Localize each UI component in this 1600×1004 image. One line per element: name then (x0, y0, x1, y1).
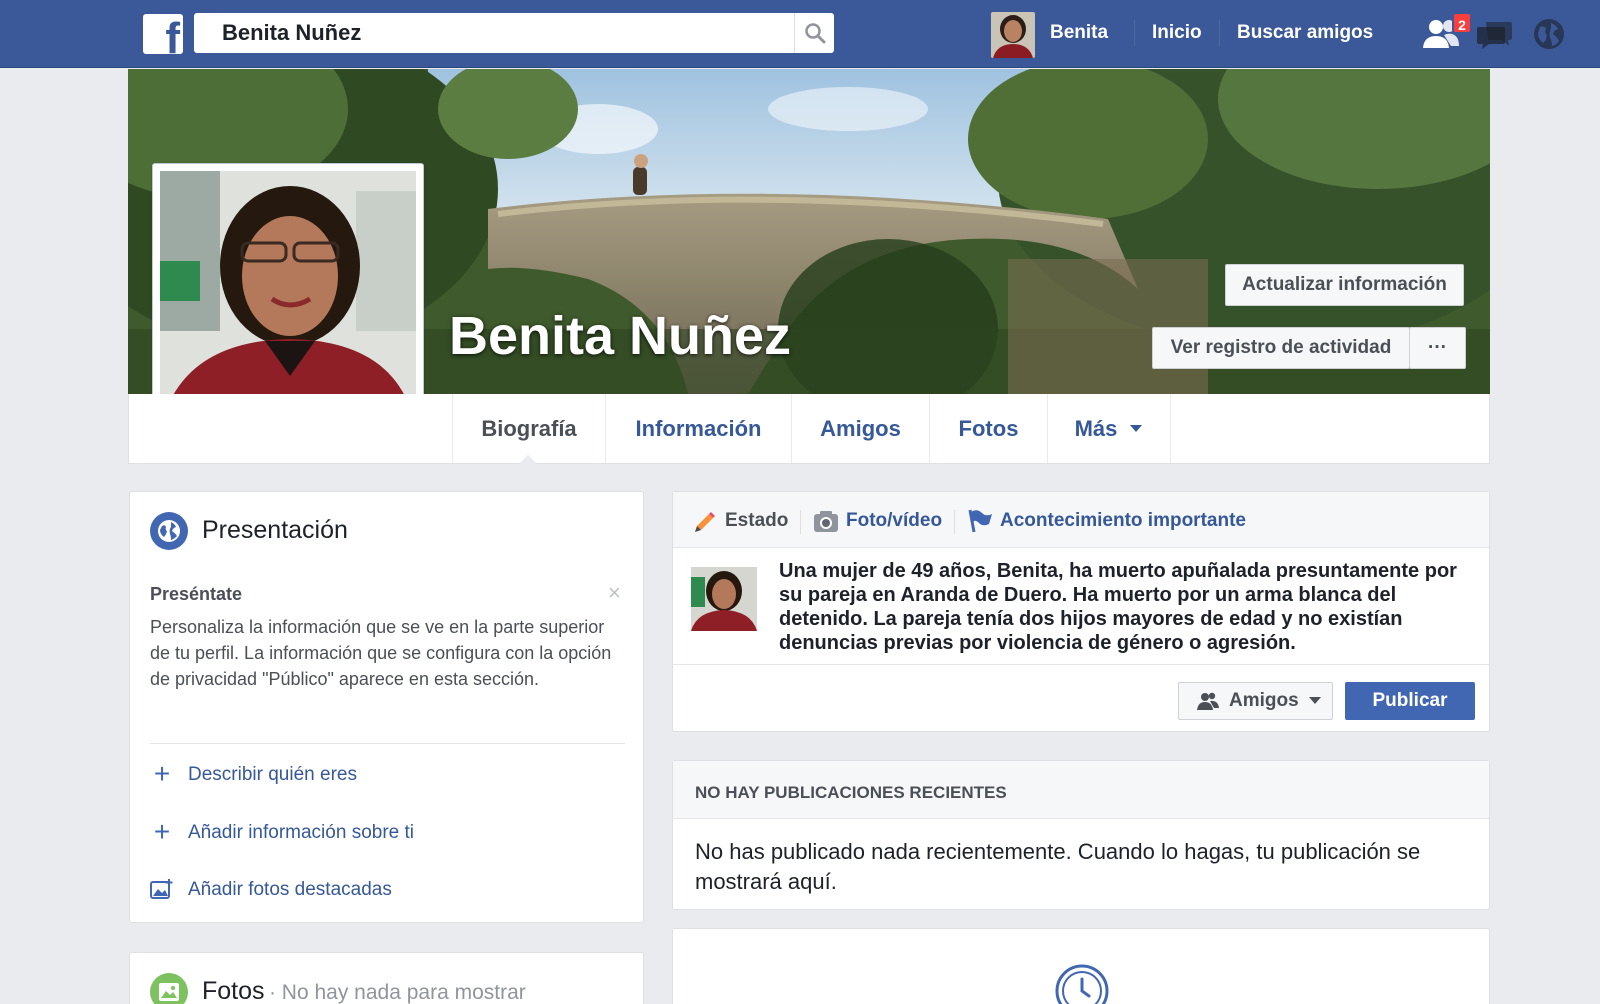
composer-tab-photo-video[interactable]: Foto/vídeo (846, 510, 942, 532)
photos-card-subtitle: · No hay nada para mostrar (268, 981, 526, 1004)
composer-tab-status[interactable]: Estado (725, 510, 788, 532)
friends-icon (1197, 692, 1219, 710)
search-icon (804, 23, 825, 44)
intro-subtitle: Preséntate (150, 584, 243, 604)
composer-tab-life-event[interactable]: Acontecimiento importante (1000, 510, 1246, 532)
profile-name: Benita Nuñez (449, 306, 792, 366)
search-button[interactable] (794, 13, 834, 53)
facebook-logo-icon[interactable]: f (143, 14, 183, 54)
pencil-icon (695, 512, 715, 532)
globe-icon (1534, 19, 1564, 49)
nav-divider (1134, 20, 1135, 46)
intro-description: Personaliza la información que se ve en … (150, 617, 612, 689)
globe-icon (150, 512, 188, 550)
tab-about[interactable]: Información (605, 394, 791, 463)
nav-divider (1219, 20, 1220, 46)
composer-divider (800, 510, 801, 534)
tab-more[interactable]: Más (1047, 394, 1171, 463)
divider (150, 743, 625, 744)
post-composer: Estado Foto/vídeo Acontecimiento importa… (672, 491, 1490, 732)
tab-friends[interactable]: Amigos (791, 394, 929, 463)
publish-button[interactable]: Publicar (1345, 682, 1475, 720)
recent-posts-header: NO HAY PUBLICACIONES RECIENTES (695, 783, 1007, 802)
search-box (194, 13, 834, 53)
recent-posts-message: No has publicado nada recientemente. Cua… (695, 839, 1421, 894)
photos-icon (150, 973, 188, 1004)
avatar-image (991, 12, 1035, 58)
describe-yourself-link[interactable]: Describir quién eres (188, 764, 357, 786)
messages-button[interactable] (1474, 14, 1516, 54)
caret-down-icon (1308, 697, 1321, 704)
divider (673, 664, 1489, 665)
add-photo-icon (150, 877, 174, 901)
search-input[interactable] (194, 13, 794, 53)
nav-find-friends-link[interactable]: Buscar amigos (1237, 22, 1373, 44)
tab-photos[interactable]: Fotos (929, 394, 1047, 463)
notifications-button[interactable] (1528, 14, 1570, 54)
more-options-button[interactable]: ··· (1409, 327, 1466, 369)
photos-card-header: Fotos · No hay nada para mostrar (202, 977, 526, 1004)
plus-icon: + (153, 758, 171, 789)
nav-profile-link[interactable]: Benita (1050, 22, 1108, 44)
composer-text-input[interactable]: Una mujer de 49 años, Benita, ha muerto … (779, 559, 1469, 655)
recent-posts-card: NO HAY PUBLICACIONES RECIENTES No has pu… (672, 760, 1490, 910)
intro-card: Presentación Preséntate × Personaliza la… (129, 491, 644, 923)
timeline-card (672, 928, 1490, 1004)
audience-selector-button[interactable]: Amigos (1178, 682, 1333, 720)
composer-avatar (691, 567, 757, 631)
intro-title: Presentación (202, 516, 348, 544)
profile-picture-image (160, 171, 416, 430)
caret-down-icon (1130, 424, 1143, 432)
photos-card-title[interactable]: Fotos (202, 977, 265, 1004)
clock-icon (1055, 964, 1109, 1004)
composer-divider (954, 510, 955, 534)
profile-tabs: Biografía Información Amigos Fotos Más (128, 394, 1490, 464)
top-navigation-bar: f Benita Inicio Buscar amigos 2 (0, 0, 1600, 68)
flag-icon (968, 509, 992, 533)
photos-card: Fotos · No hay nada para mostrar (129, 952, 644, 1004)
friend-requests-badge: 2 (1452, 12, 1472, 34)
active-tab-indicator (518, 455, 538, 465)
tab-more-label: Más (1074, 415, 1118, 441)
audience-label: Amigos (1229, 690, 1299, 711)
camera-icon (814, 511, 838, 532)
activity-log-button[interactable]: Ver registro de actividad (1152, 327, 1410, 369)
add-info-link[interactable]: Añadir información sobre ti (188, 822, 414, 844)
add-featured-photos-link[interactable]: Añadir fotos destacadas (188, 879, 392, 901)
nav-home-link[interactable]: Inicio (1152, 22, 1202, 44)
tab-timeline[interactable]: Biografía (452, 394, 605, 463)
messages-icon (1477, 22, 1512, 49)
update-info-button[interactable]: Actualizar información (1225, 264, 1464, 306)
nav-avatar[interactable] (991, 12, 1035, 58)
close-icon[interactable]: × (608, 580, 621, 606)
plus-icon: + (153, 816, 171, 847)
